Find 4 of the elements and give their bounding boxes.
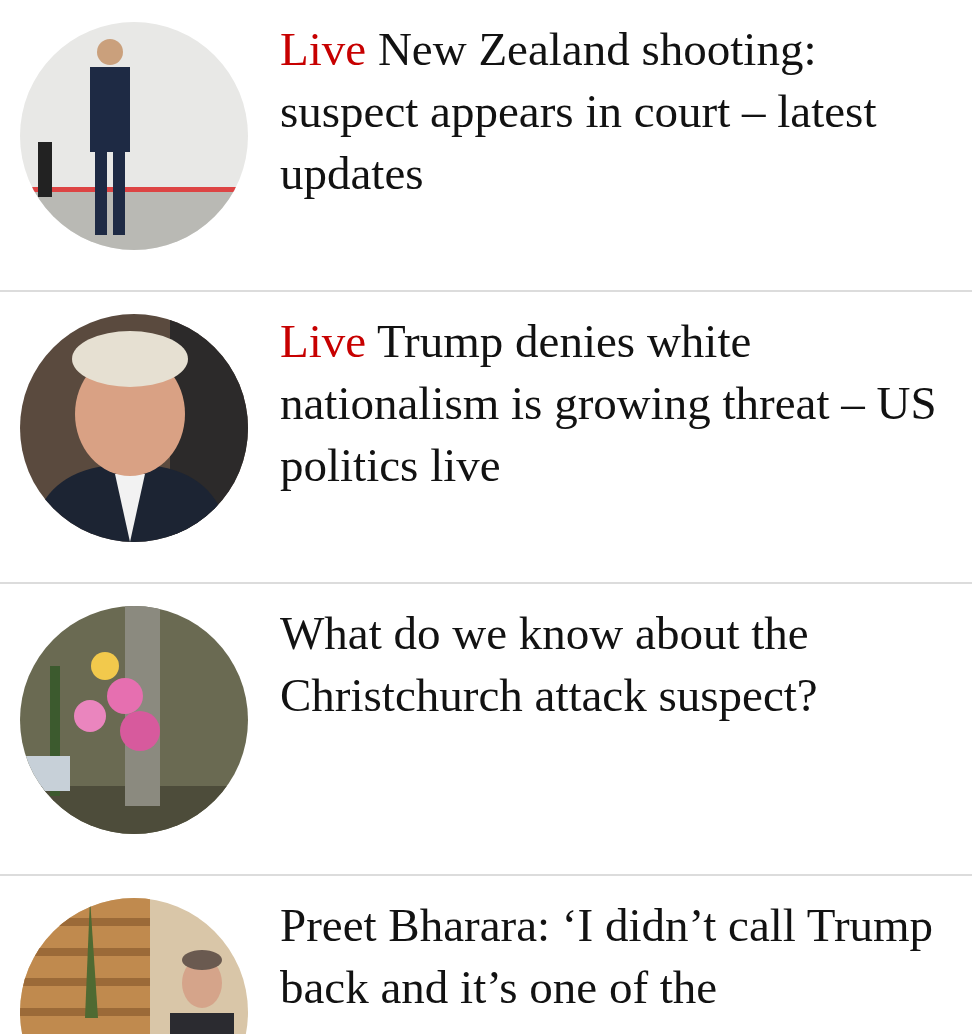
headline[interactable]: What do we know about the Christchurch attack suspect?: [280, 602, 960, 834]
headline[interactable]: Live Trump denies white nationalism is growing threat – US politics live: [280, 310, 960, 542]
headline[interactable]: Live New Zealand shooting: suspect appears in court – latest updates: [280, 18, 960, 250]
headline[interactable]: Preet Bharara: ‘I didn’t call Trump back and it’s one of the: [280, 894, 960, 1034]
